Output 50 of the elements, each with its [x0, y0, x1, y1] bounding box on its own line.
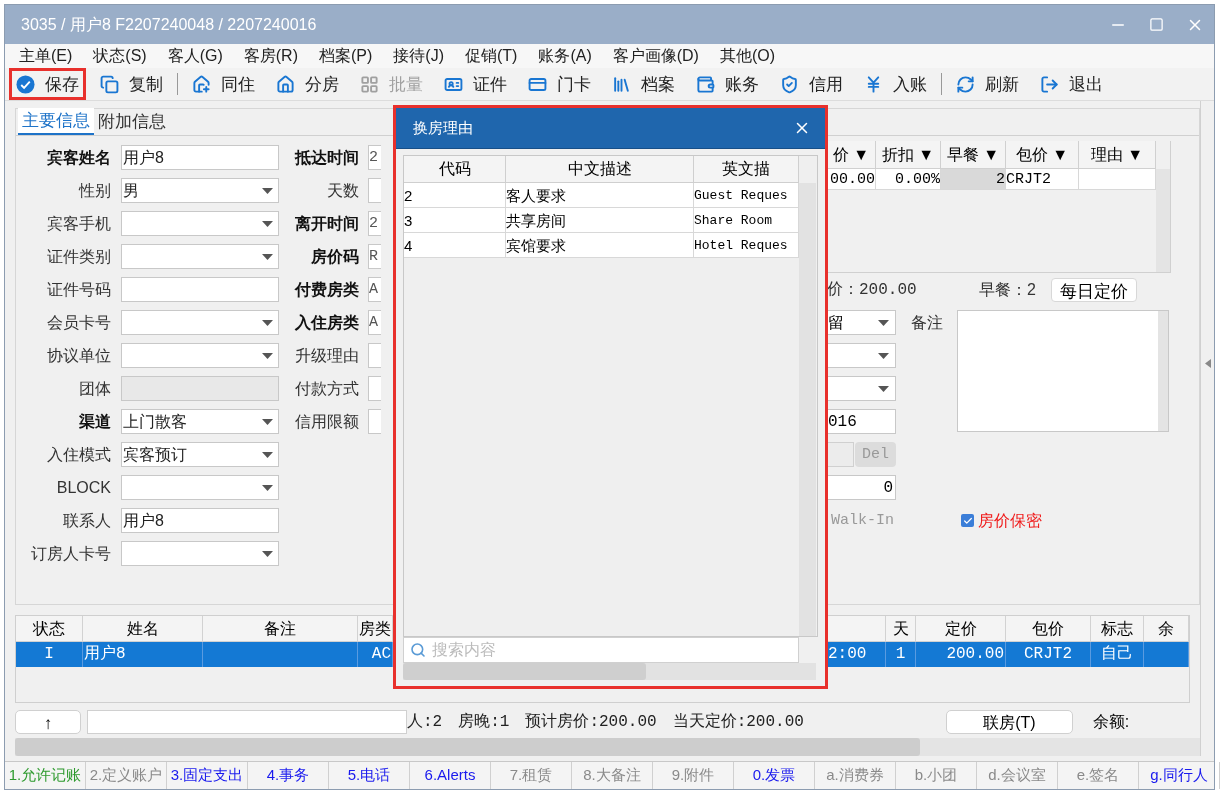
table-cell: I: [16, 642, 83, 668]
field-label: 付费房类: [293, 279, 359, 300]
field-label: 团体: [78, 378, 111, 399]
table-cell: 4: [404, 233, 506, 257]
table-cell: CRJT2: [1006, 169, 1079, 191]
field-label: 渠道: [78, 411, 111, 432]
rate-price-text: 价：200.00: [827, 279, 918, 301]
breakfast-text: 早餐：2: [979, 279, 1037, 300]
field-label: 信用限额: [294, 411, 359, 432]
field-label: 证件类别: [46, 246, 111, 267]
field-label: BLOCK: [55, 477, 111, 498]
window-title: 3035 / 用户8 F2207240048 / 2207240016: [21, 14, 317, 35]
table-cell: 2: [404, 183, 506, 207]
field-label: 付款方式: [294, 378, 359, 399]
table-cell: 用户8: [83, 642, 203, 668]
table-cell: 200.00: [916, 642, 1006, 668]
field-label: 离开时间: [294, 213, 359, 234]
field-label: 联系人: [62, 510, 111, 531]
table-cell: 客人要求: [506, 183, 694, 207]
table-cell: 1: [886, 642, 916, 668]
field-label: 房价码: [310, 246, 359, 267]
field-label: 入住房类: [294, 312, 359, 333]
checkbox-label: 房价保密: [978, 510, 1042, 531]
dialog-title: 换房理由: [413, 117, 473, 138]
table-cell: 3: [404, 208, 506, 232]
table-cell: 00.00: [827, 169, 876, 191]
table-cell: 自己: [1091, 642, 1144, 668]
walk-in-label: Walk-In: [830, 510, 894, 531]
summary-text: 当天定价:200.00: [672, 712, 804, 734]
field-label: 宾客姓名: [46, 147, 111, 168]
table-cell: 宾馆要求: [506, 233, 694, 257]
table-cell: 共享房间: [506, 208, 694, 232]
field-label: 升级理由: [294, 345, 359, 366]
summary-text: 房晚:1: [458, 711, 510, 734]
table-cell: 2: [941, 169, 1006, 191]
balance-label: 余额:: [1092, 712, 1130, 733]
field-label: 宾客手机: [46, 213, 111, 234]
field-label: 协议单位: [46, 345, 111, 366]
summary-text: 人:2: [407, 712, 443, 734]
summary-text: 预计房价:200.00: [525, 711, 657, 734]
field-label: 入住模式: [46, 444, 111, 465]
field-label: 证件号码: [46, 279, 111, 300]
remarks-label: 备注: [911, 312, 943, 333]
field-label: 性别: [77, 180, 111, 201]
field-label: 订房人卡号: [30, 543, 111, 564]
field-label: 抵达时间: [293, 147, 359, 168]
table-cell: 0.00%: [876, 169, 941, 191]
field-label: 会员卡号: [46, 312, 111, 333]
field-label: 天数: [326, 180, 359, 201]
table-cell: CRJT2: [1006, 642, 1091, 668]
